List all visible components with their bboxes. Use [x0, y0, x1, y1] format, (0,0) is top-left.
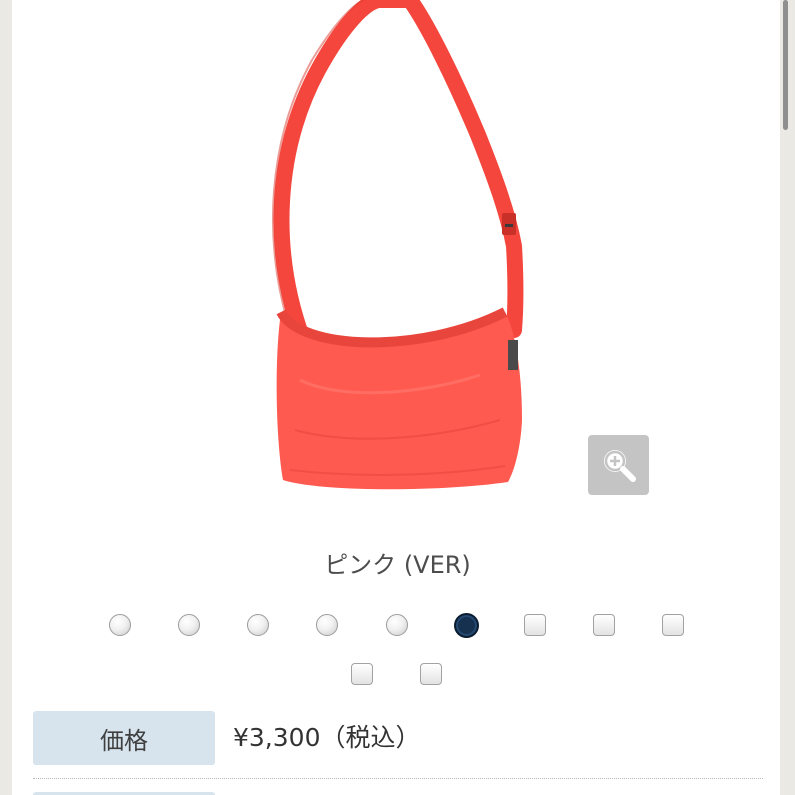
- scrollbar[interactable]: [781, 0, 791, 130]
- color-swatch-2[interactable]: [178, 614, 200, 636]
- zoom-button[interactable]: [588, 435, 649, 495]
- color-swatch-1[interactable]: [109, 614, 131, 636]
- color-swatch-9[interactable]: [662, 614, 684, 636]
- price-value: ¥3,300（税込）: [233, 723, 421, 752]
- product-image[interactable]: [254, 0, 544, 510]
- color-swatch-3[interactable]: [247, 614, 269, 636]
- color-swatch-5[interactable]: [386, 614, 408, 636]
- color-swatch-selected[interactable]: [454, 613, 479, 638]
- color-swatch-8[interactable]: [593, 614, 615, 636]
- zoom-in-icon: [603, 450, 636, 482]
- variant-name: ピンク (VER): [324, 551, 471, 579]
- price-label: 価格: [33, 711, 215, 765]
- scrollbar-thumb[interactable]: [783, 0, 788, 130]
- color-swatch-7[interactable]: [524, 614, 546, 636]
- color-swatch-11[interactable]: [420, 663, 442, 685]
- row-divider: [33, 778, 763, 779]
- color-swatch-10[interactable]: [351, 663, 373, 685]
- color-swatch-4[interactable]: [316, 614, 338, 636]
- brand-tag: [508, 340, 518, 370]
